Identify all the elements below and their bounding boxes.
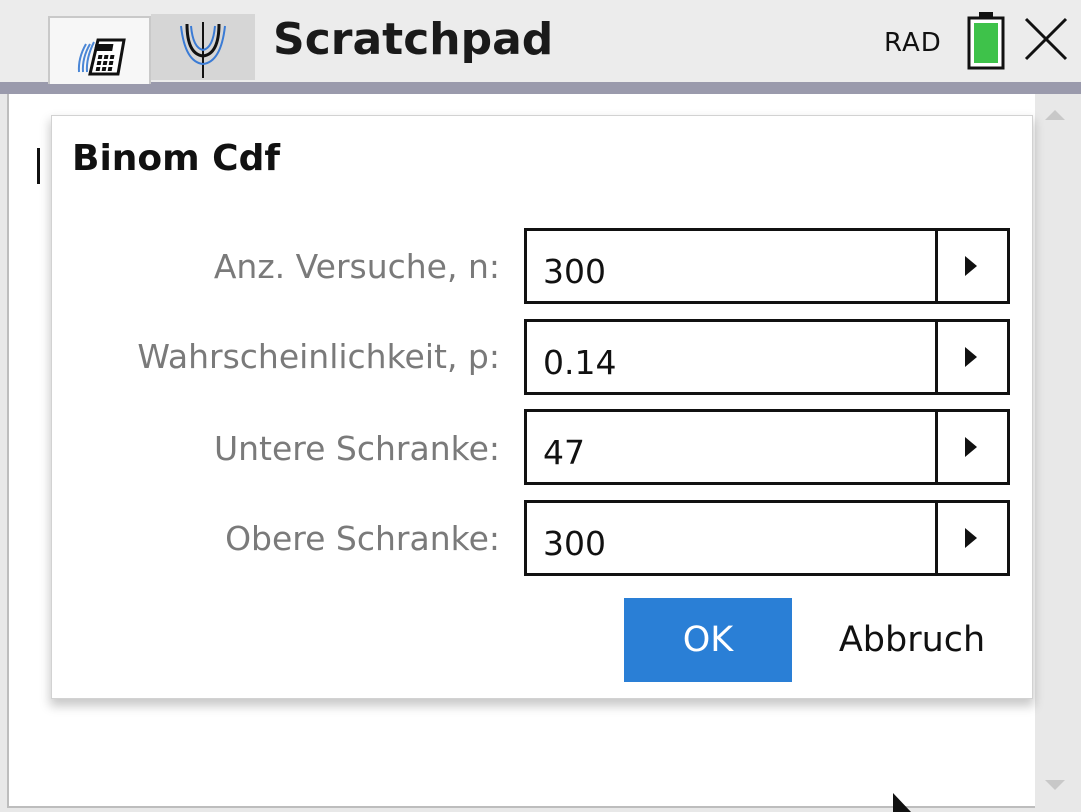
app-title: Scratchpad — [273, 14, 554, 65]
angle-mode-indicator: RAD — [884, 28, 942, 58]
scroll-up-icon[interactable] — [1043, 106, 1067, 124]
field-label-lower-bound: Untere Schranke: — [213, 429, 500, 468]
text-cursor — [37, 148, 40, 184]
scroll-down-icon[interactable] — [1043, 776, 1067, 794]
close-icon[interactable] — [1022, 15, 1072, 65]
upper-bound-input[interactable]: 300 — [524, 500, 1010, 576]
field-label-trials: Anz. Versuche, n: — [213, 247, 500, 286]
binom-cdf-dialog: Binom Cdf Anz. Versuche, n: 300 Wahrsche… — [52, 116, 1032, 698]
field-label-probability: Wahrscheinlichkeit, p: — [137, 337, 500, 376]
trials-input[interactable]: 300 — [524, 228, 1010, 304]
field-label-upper-bound: Obere Schranke: — [225, 519, 500, 558]
trials-value: 300 — [543, 252, 606, 291]
title-bar: Scratchpad RAD — [0, 0, 1081, 84]
mouse-pointer-icon — [893, 793, 911, 812]
tab-graph[interactable] — [151, 14, 255, 80]
triangle-right-icon — [965, 256, 977, 276]
trials-dropdown-button[interactable] — [935, 231, 1007, 301]
triangle-right-icon — [965, 528, 977, 548]
graph-icon — [180, 22, 226, 78]
probability-input[interactable]: 0.14 — [524, 319, 1010, 395]
scrollbar[interactable] — [1035, 94, 1075, 808]
upper-bound-dropdown-button[interactable] — [935, 503, 1007, 573]
dialog-title: Binom Cdf — [72, 138, 281, 179]
scratchpad-window: Scratchpad RAD Binom Cdf Anz. Versuche, … — [0, 0, 1081, 812]
battery-full-icon — [967, 12, 1005, 70]
upper-bound-value: 300 — [543, 524, 606, 563]
cancel-button[interactable]: Abbruch — [822, 598, 1002, 682]
triangle-right-icon — [965, 347, 977, 367]
lower-bound-dropdown-button[interactable] — [935, 412, 1007, 482]
header-divider — [0, 82, 1081, 94]
probability-dropdown-button[interactable] — [935, 322, 1007, 392]
triangle-right-icon — [965, 437, 977, 457]
calculator-icon — [77, 38, 126, 76]
tab-calculator[interactable] — [48, 16, 151, 84]
lower-bound-input[interactable]: 47 — [524, 409, 1010, 485]
probability-value: 0.14 — [543, 343, 617, 382]
lower-bound-value: 47 — [543, 433, 585, 472]
ok-button[interactable]: OK — [624, 598, 792, 682]
